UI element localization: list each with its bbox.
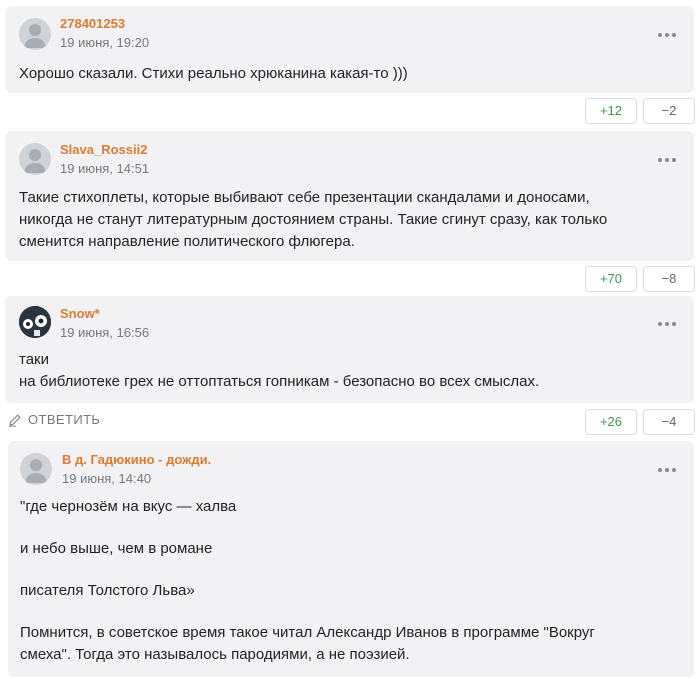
- more-dots-icon[interactable]: [658, 30, 680, 40]
- comment-card: Slava_Rossii2 19 июня, 14:51 Такие стихо…: [5, 131, 694, 261]
- comment-text-line: Такие стихоплеты, которые выбивают себе …: [19, 189, 590, 206]
- comment-text-line: Хорошо сказали. Стихи реально хрюканина …: [19, 65, 408, 82]
- comment-time: 19 июня, 14:51: [60, 161, 150, 176]
- downvote-button[interactable]: −8: [643, 266, 695, 292]
- comment-text-line: Помнится, в советское время такое читал …: [20, 624, 595, 641]
- comment-card: В д. Гадюкино - дожди. 19 июня, 14:40 "г…: [8, 441, 694, 677]
- upvote-button[interactable]: +70: [585, 266, 637, 292]
- comment-text-line: "где чернозём на вкус — халва: [20, 498, 237, 515]
- comment-text-line: сменится направление политического флюге…: [19, 233, 355, 250]
- downvote-button[interactable]: −2: [643, 98, 695, 124]
- comment-username[interactable]: В д. Гадюкино - дожди.: [62, 452, 211, 467]
- comment-text-line: таки: [19, 351, 49, 368]
- comment-text: Такие стихоплеты, которые выбивают себе …: [19, 187, 607, 253]
- upvote-button[interactable]: +12: [585, 98, 637, 124]
- upvote-button[interactable]: +26: [585, 409, 637, 435]
- comment-text: таки на библиотеке грех не оттоптаться г…: [19, 349, 539, 393]
- user-avatar[interactable]: [19, 143, 51, 175]
- more-dots-icon[interactable]: [658, 465, 680, 475]
- reply-button[interactable]: ОТВЕТИТЬ: [8, 412, 100, 427]
- comment-text-line: на библиотеке грех не оттоптаться гопник…: [19, 373, 540, 390]
- pencil-icon: [9, 413, 21, 427]
- comment-card: 278401253 19 июня, 19:20 Хорошо сказали.…: [5, 6, 694, 93]
- user-avatar[interactable]: [20, 453, 52, 485]
- comment-card: Snow* 19 июня, 16:56 таки на библиотеке …: [5, 296, 694, 403]
- comment-username[interactable]: Slava_Rossii2: [60, 142, 147, 157]
- comment-time: 19 июня, 14:40: [62, 471, 152, 486]
- comment-text-line: писателя Толстого Льва»: [20, 582, 195, 599]
- avatar-placeholder-icon: [24, 149, 46, 173]
- comment-time: 19 июня, 19:20: [60, 35, 150, 50]
- comment-time: 19 июня, 16:56: [60, 325, 150, 340]
- comment-username[interactable]: Snow*: [60, 306, 100, 321]
- comment-text-line: никогда не станут литературным достояние…: [19, 211, 608, 228]
- downvote-button[interactable]: −4: [643, 409, 695, 435]
- avatar-placeholder-icon: [25, 459, 47, 483]
- comment-text-line: и небо выше, чем в романе: [20, 540, 213, 557]
- comment-text-line: смеха". Тогда это называлось пародиями, …: [20, 646, 410, 663]
- user-avatar[interactable]: [19, 18, 51, 50]
- comment-username[interactable]: 278401253: [60, 16, 125, 31]
- user-photo-icon: [19, 306, 51, 338]
- reply-label: ОТВЕТИТЬ: [28, 412, 101, 427]
- comment-text: Хорошо сказали. Стихи реально хрюканина …: [19, 63, 408, 85]
- user-avatar[interactable]: [19, 306, 51, 338]
- more-dots-icon[interactable]: [658, 155, 680, 165]
- avatar-placeholder-icon: [24, 24, 46, 48]
- more-dots-icon[interactable]: [658, 319, 680, 329]
